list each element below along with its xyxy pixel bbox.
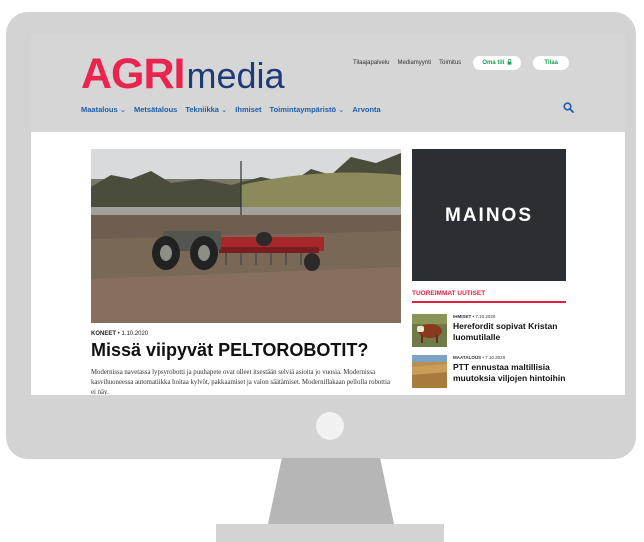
hero-image[interactable]: [91, 149, 401, 323]
article-lead: Modernissa navetassa lypsyrobotti ja puu…: [91, 369, 390, 395]
ad-label: MAINOS: [445, 205, 533, 226]
article-title[interactable]: Missä viipyvät PELTOROBOTIT?: [91, 340, 368, 361]
main-nav: Maatalous ⌄ Metsätalous Tekniikka ⌄ Ihmise…: [81, 105, 381, 114]
nav-item-arvonta[interactable]: Arvonta: [352, 105, 380, 114]
oma-tili-label: Oma tili: [482, 60, 505, 66]
nav-item-tekniikka[interactable]: Tekniikka ⌄: [185, 105, 227, 114]
news-category: IHMISET: [453, 314, 472, 319]
news-thumbnail[interactable]: [412, 355, 447, 388]
link-toimitus[interactable]: Toimitus: [439, 60, 461, 66]
news-date: 7.10.2020: [475, 314, 496, 319]
news-title[interactable]: PTT ennustaa maltillisia muutoksia viljo…: [453, 362, 571, 383]
news-meta: IHMISET • 7.10.2020: [453, 314, 496, 319]
latest-news-heading: TUOREIMMAT UUTISET: [412, 290, 486, 297]
chevron-down-icon: ⌄: [338, 105, 345, 114]
tilaa-button[interactable]: Tilaa: [533, 56, 570, 70]
news-item[interactable]: MAATALOUS • 7.10.2020 PTT ennustaa malti…: [412, 355, 566, 395]
news-thumbnail[interactable]: [412, 314, 447, 347]
nav-label: Metsätalous: [133, 105, 178, 114]
chevron-down-icon: ⌄: [119, 105, 126, 114]
news-date: 7.10.2020: [485, 355, 506, 360]
nav-label: Maatalous: [81, 105, 118, 114]
logo-agri: AGRI: [81, 50, 185, 98]
top-links: Tilaajapalvelu Mediamyynti Toimitus Oma …: [353, 56, 570, 70]
search-icon[interactable]: [563, 102, 574, 113]
nav-label: Ihmiset: [235, 105, 262, 114]
lock-icon: [507, 59, 512, 65]
news-category: MAATALOUS: [453, 355, 482, 360]
nav-item-ihmiset[interactable]: Ihmiset: [235, 105, 261, 114]
ad-banner[interactable]: MAINOS: [412, 149, 566, 281]
oma-tili-button[interactable]: Oma tili: [473, 56, 522, 70]
nav-label: Tekniikka: [185, 105, 219, 114]
news-item[interactable]: IHMISET • 7.10.2020 Herefordit sopivat K…: [412, 314, 566, 354]
nav-item-toimintaymparisto[interactable]: Toimintaympäristö ⌄: [270, 105, 345, 114]
nav-item-maatalous[interactable]: Maatalous ⌄: [81, 105, 126, 114]
news-title[interactable]: Herefordit sopivat Kristan luomutilalle: [453, 321, 571, 342]
monitor-stand: [268, 458, 394, 524]
latest-news-divider: [412, 301, 566, 303]
site-logo[interactable]: AGRImedia: [81, 50, 285, 99]
chevron-down-icon: ⌄: [220, 105, 228, 114]
link-tilaajapalvelu[interactable]: Tilaajapalvelu: [353, 60, 389, 66]
article-meta: KONEET • 1.10.2020: [91, 331, 149, 337]
nav-label: Arvonta: [352, 105, 381, 114]
screen: AGRImedia Tilaajapalvelu Mediamyynti Toi…: [31, 35, 625, 395]
logo-media: media: [186, 55, 285, 96]
monitor-base: [216, 524, 444, 542]
article-category[interactable]: KONEET: [91, 331, 116, 337]
site-header: AGRImedia Tilaajapalvelu Mediamyynti Toi…: [31, 35, 625, 132]
power-button: [316, 412, 344, 440]
nav-item-metsatalous[interactable]: Metsätalous: [134, 105, 177, 114]
link-mediamyynti[interactable]: Mediamyynti: [397, 60, 431, 66]
nav-label: Toimintaympäristö: [269, 105, 337, 114]
article-date: 1.10.2020: [121, 331, 149, 337]
news-meta: MAATALOUS • 7.10.2020: [453, 355, 506, 360]
